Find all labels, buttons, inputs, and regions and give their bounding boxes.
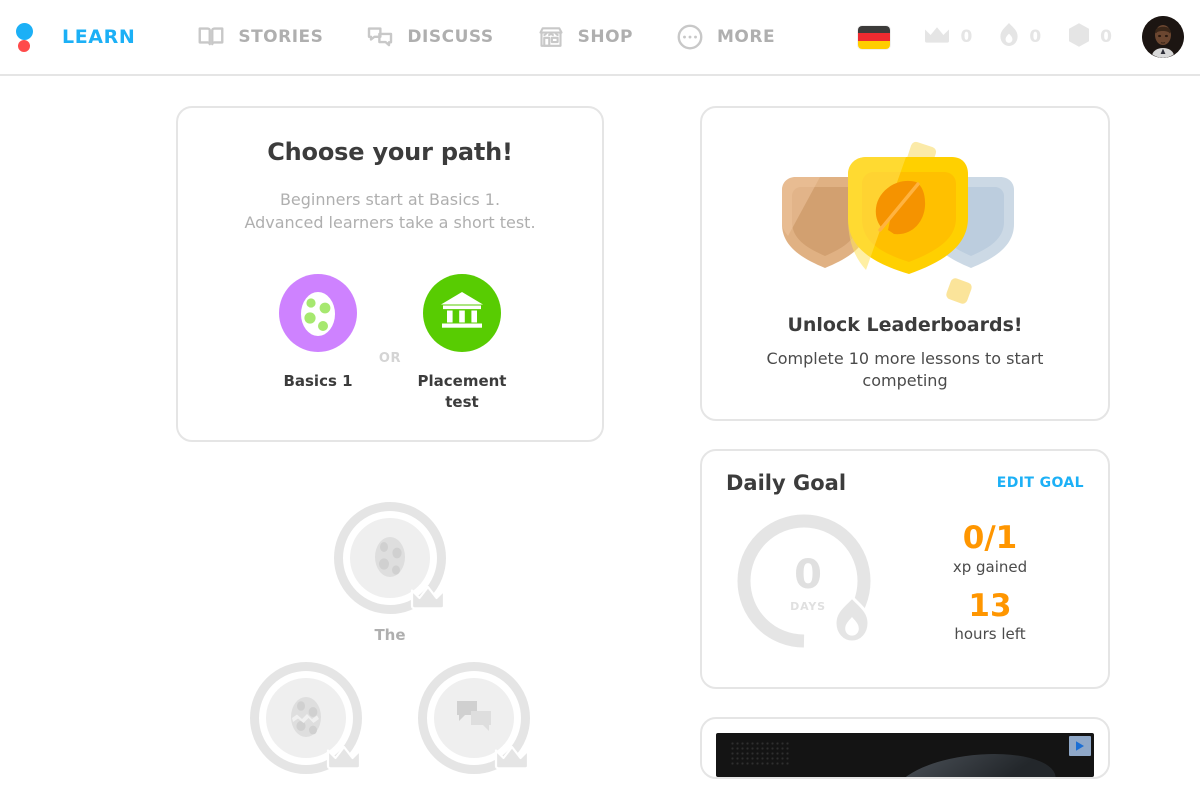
streak-counter[interactable]: 0 bbox=[998, 22, 1041, 52]
store-icon bbox=[536, 22, 566, 52]
streak-flame-icon bbox=[998, 22, 1020, 52]
crown-icon bbox=[923, 24, 951, 50]
daily-goal-card: Daily Goal EDIT GOAL 0 DAYS 0/1 xp gaine… bbox=[700, 448, 1110, 689]
xp-gained-value: 0/1 bbox=[962, 520, 1018, 557]
adchoices-icon[interactable] bbox=[1069, 735, 1091, 756]
learn-column: Choose your path! Beginners start at Bas… bbox=[90, 106, 690, 800]
ellipsis-circle-icon bbox=[675, 22, 705, 52]
crown-icon bbox=[408, 582, 448, 614]
chat-bubbles-icon bbox=[365, 22, 395, 52]
gem-icon bbox=[1067, 22, 1091, 52]
ad-image[interactable] bbox=[716, 732, 1094, 777]
edit-goal-button[interactable]: EDIT GOAL bbox=[997, 475, 1084, 491]
xp-gained-label: xp gained bbox=[952, 557, 1028, 576]
skill-row: The bbox=[331, 501, 449, 644]
ad-product-shape bbox=[893, 746, 1059, 777]
header-status-area: 0 0 0 bbox=[857, 16, 1184, 58]
gem-counter[interactable]: 0 bbox=[1067, 22, 1112, 52]
home-logo-link[interactable]: LEARN bbox=[14, 18, 135, 56]
nav-item-discuss-label: DISCUSS bbox=[407, 27, 494, 47]
streak-count: 0 bbox=[1029, 27, 1042, 47]
nav-item-shop-label: SHOP bbox=[577, 27, 633, 47]
choose-path-card: Choose your path! Beginners start at Bas… bbox=[176, 106, 604, 442]
placement-test-label: Placement test bbox=[417, 372, 507, 411]
choose-path-subtitle-line2: Advanced learners take a short test. bbox=[244, 213, 536, 233]
choose-path-subtitle-line1: Beginners start at Basics 1. bbox=[279, 190, 501, 209]
crown-count: 0 bbox=[960, 27, 973, 47]
top-navigation-bar: LEARN STORIES DISCUSS SHOP MORE 0 0 0 bbox=[0, 0, 1200, 76]
german-flag-icon[interactable] bbox=[857, 24, 892, 50]
temple-icon bbox=[438, 289, 486, 337]
crown-icon bbox=[324, 742, 364, 774]
skill-progress-ring bbox=[418, 661, 532, 774]
basics-1-label: Basics 1 bbox=[283, 372, 353, 391]
streak-progress-ring: 0 DAYS bbox=[726, 509, 896, 661]
unlock-leaderboards-title: Unlock Leaderboards! bbox=[787, 314, 1023, 336]
nav-item-discuss[interactable]: DISCUSS bbox=[344, 22, 514, 52]
primary-nav: STORIES DISCUSS SHOP MORE bbox=[175, 22, 796, 52]
choose-path-title: Choose your path! bbox=[267, 138, 513, 166]
unlock-leaderboards-subtitle: Complete 10 more lessons to start compet… bbox=[766, 349, 1044, 391]
crown-counter[interactable]: 0 bbox=[923, 24, 972, 50]
streak-flame-icon bbox=[830, 594, 874, 651]
book-icon bbox=[196, 22, 226, 52]
skill-node-the[interactable]: The bbox=[331, 501, 449, 644]
unlock-leaderboards-card[interactable]: Unlock Leaderboards! Complete 10 more le… bbox=[700, 106, 1110, 421]
path-choices: Basics 1 OR Placement test bbox=[202, 274, 578, 412]
nav-item-stories-label: STORIES bbox=[238, 27, 324, 47]
choose-path-subtitle: Beginners start at Basics 1. Advanced le… bbox=[202, 188, 578, 234]
nav-item-more-label: MORE bbox=[716, 27, 776, 47]
skill-node-locked-1[interactable] bbox=[247, 661, 365, 786]
egg-icon bbox=[296, 285, 340, 341]
daily-goal-title: Daily Goal bbox=[726, 470, 847, 495]
crown-icon bbox=[492, 742, 532, 774]
skill-node-locked-2[interactable] bbox=[415, 661, 533, 786]
main-content: Choose your path! Beginners start at Bas… bbox=[0, 76, 1200, 800]
daily-goal-header: Daily Goal EDIT GOAL bbox=[726, 471, 1084, 495]
advertisement-banner[interactable] bbox=[700, 716, 1110, 779]
basics-1-option[interactable]: Basics 1 bbox=[262, 274, 374, 391]
or-separator-label: OR bbox=[378, 350, 402, 366]
placement-test-circle bbox=[423, 274, 501, 353]
nav-item-learn-label: LEARN bbox=[62, 26, 136, 48]
nav-item-stories[interactable]: STORIES bbox=[175, 22, 344, 52]
hours-left-value: 13 bbox=[968, 587, 1012, 624]
placement-test-option[interactable]: Placement test bbox=[406, 274, 518, 412]
skill-node-label: The bbox=[374, 625, 406, 644]
daily-goal-body: 0 DAYS 0/1 xp gained 13 hours left bbox=[726, 509, 1084, 661]
skill-progress-ring bbox=[250, 661, 364, 774]
skill-tree: The bbox=[170, 501, 610, 800]
gem-count: 0 bbox=[1100, 27, 1112, 47]
sidebar-column: Unlock Leaderboards! Complete 10 more le… bbox=[690, 106, 1110, 800]
duolingo-logo-icon bbox=[14, 18, 48, 56]
hours-left-label: hours left bbox=[954, 625, 1026, 644]
streak-days-value: 0 bbox=[794, 551, 822, 598]
skill-progress-ring bbox=[334, 501, 448, 614]
skill-row bbox=[247, 661, 533, 786]
nav-item-more[interactable]: MORE bbox=[654, 22, 796, 52]
daily-goal-stats: 0/1 xp gained 13 hours left bbox=[896, 522, 1084, 647]
user-avatar[interactable] bbox=[1142, 16, 1184, 58]
shields-illustration bbox=[726, 130, 1084, 312]
ad-texture bbox=[730, 740, 790, 767]
basics-1-circle bbox=[279, 274, 357, 353]
nav-item-shop[interactable]: SHOP bbox=[515, 22, 654, 52]
